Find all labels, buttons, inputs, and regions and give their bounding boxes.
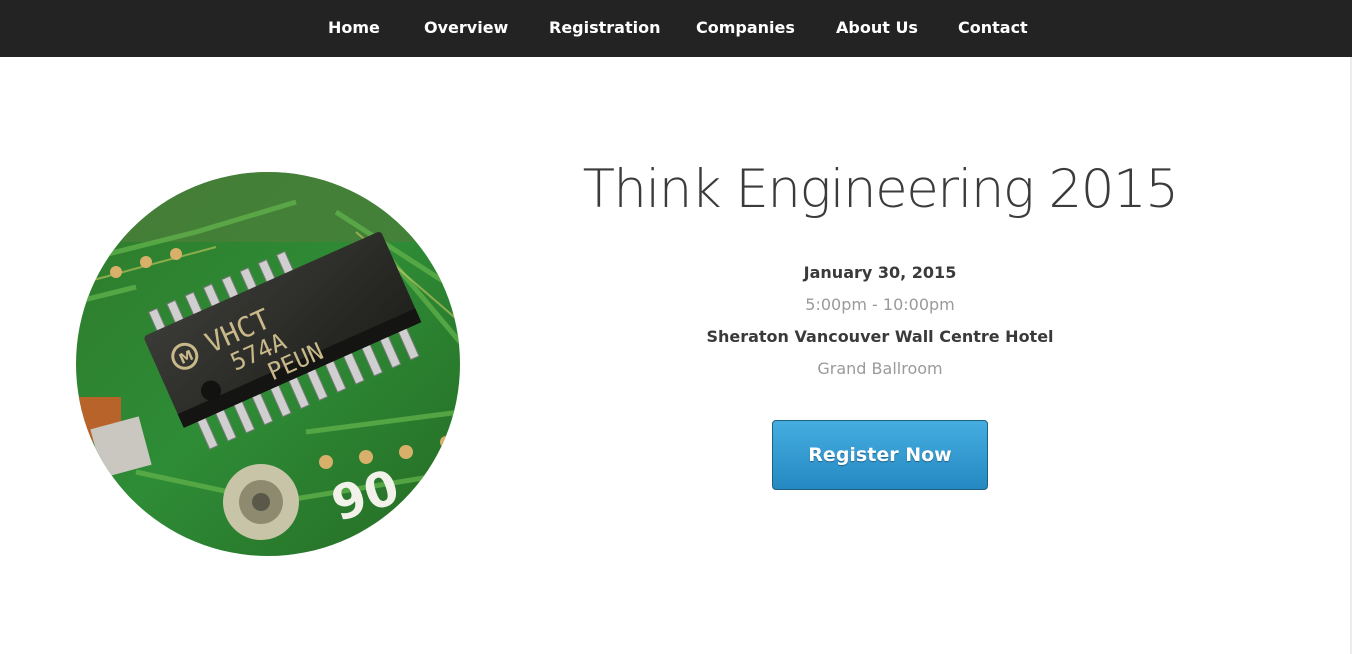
- nav-about-us[interactable]: About Us: [836, 17, 918, 39]
- register-now-button[interactable]: Register Now: [772, 420, 988, 490]
- event-venue: Sheraton Vancouver Wall Centre Hotel: [706, 327, 1054, 346]
- nav-overview[interactable]: Overview: [424, 17, 508, 39]
- nav-contact[interactable]: Contact: [958, 17, 1028, 39]
- nav-companies[interactable]: Companies: [696, 17, 795, 39]
- circuit-chip-photo-icon: 90 M VHCT 574A PEUN: [76, 172, 460, 556]
- event-date: January 30, 2015: [803, 263, 957, 282]
- top-navbar: Home Overview Registration Companies Abo…: [0, 0, 1352, 57]
- event-room: Grand Ballroom: [817, 359, 943, 378]
- nav-registration[interactable]: Registration: [549, 17, 660, 39]
- nav-home[interactable]: Home: [328, 17, 380, 39]
- circuit-board-image: 90 M VHCT 574A PEUN: [76, 172, 460, 556]
- event-title: Think Engineering 2015: [582, 159, 1179, 220]
- event-time: 5:00pm - 10:00pm: [805, 295, 955, 314]
